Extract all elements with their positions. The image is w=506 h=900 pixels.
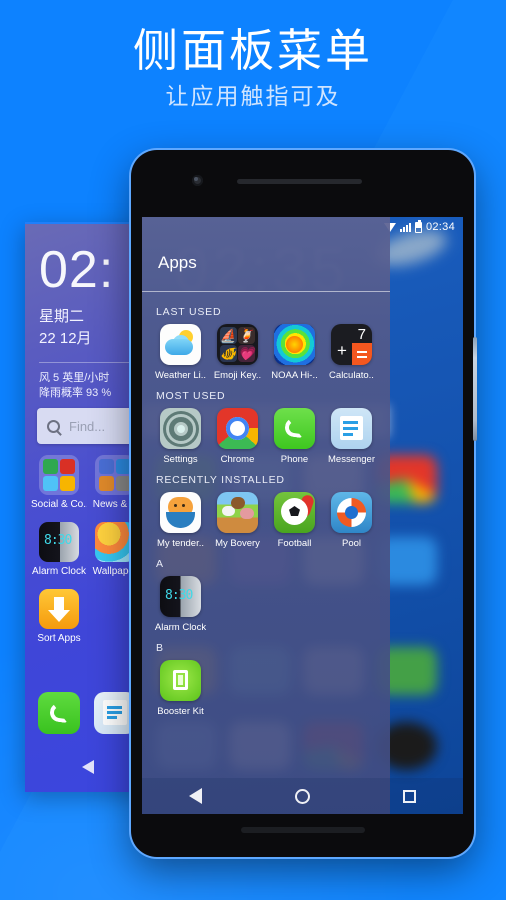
search-icon xyxy=(47,419,60,433)
dock-phone[interactable] xyxy=(31,692,87,734)
messenger-icon xyxy=(94,692,136,734)
section-header-b: B xyxy=(156,642,164,654)
front-camera-icon xyxy=(192,175,203,186)
home-icon[interactable] xyxy=(294,788,310,804)
app-booster-kit[interactable]: Booster Kit xyxy=(152,660,209,717)
weather-widget: 风 5 英里/小时 降雨概率 93 % xyxy=(39,371,111,401)
clock-time: 02: xyxy=(39,241,115,299)
promo-banner: 侧面板菜单 让应用触指可及 xyxy=(0,22,506,112)
search-placeholder: Find... xyxy=(69,418,106,434)
app-row-a: 8:30 Alarm Clock xyxy=(142,576,390,633)
app-label: Booster Kit xyxy=(157,706,204,717)
promo-subheadline: 让应用触指可及 xyxy=(165,83,341,109)
sort-apps-icon xyxy=(39,589,79,629)
my-bovery-icon xyxy=(217,492,258,533)
promo-headline: 侧面板菜单 xyxy=(132,25,373,76)
app-label: NOAA Hi-.. xyxy=(271,370,318,381)
app-label: Alarm Clock xyxy=(154,622,207,633)
app-phone[interactable]: Phone xyxy=(266,408,323,465)
app-label: My tender.. xyxy=(157,538,204,549)
battery-icon xyxy=(414,219,422,233)
football-icon xyxy=(274,492,315,533)
signal-icon xyxy=(399,222,411,232)
wallpaper-icon xyxy=(95,522,135,562)
chrome-icon xyxy=(217,408,258,449)
panel-title: Apps xyxy=(158,253,197,272)
alarm-clock-icon: 8:30 xyxy=(39,522,79,562)
home-app-label: Social & Co.. xyxy=(31,499,87,510)
app-label: Weather Li.. xyxy=(154,370,207,381)
noaa-radar-icon xyxy=(274,324,315,365)
android-navigation-bar xyxy=(142,778,463,814)
app-label: My Bovery xyxy=(215,538,260,549)
app-label: Messenger xyxy=(328,454,375,465)
alarm-clock-icon: 8:30 xyxy=(160,576,201,617)
app-pool[interactable]: Pool xyxy=(323,492,380,549)
clock-weekday: 星期二 xyxy=(39,308,85,325)
settings-gear-icon xyxy=(160,408,201,449)
app-row-most-used: Settings Chrome Phone Messenger xyxy=(142,408,390,465)
clock-date: 22 12月 xyxy=(39,330,92,347)
app-alarm-clock[interactable]: 8:30 Alarm Clock xyxy=(152,576,209,633)
earpiece-speaker xyxy=(237,179,362,184)
status-time: 02:34 xyxy=(425,221,455,233)
apps-side-panel: Apps LAST USED Weather Li.. ⛵ � xyxy=(142,217,390,814)
widget-divider xyxy=(39,362,143,363)
app-label: Chrome xyxy=(220,454,255,465)
app-messenger[interactable]: Messenger xyxy=(323,408,380,465)
phone-screen: 02:35 xyxy=(142,217,463,814)
home-app-label: Alarm Clock xyxy=(32,566,86,577)
phone-device: 02:35 xyxy=(131,150,477,857)
app-settings[interactable]: Settings xyxy=(152,408,209,465)
my-tender-pet-icon xyxy=(160,492,201,533)
app-row-b: Booster Kit xyxy=(142,660,390,717)
back-icon[interactable] xyxy=(81,760,94,774)
app-noaa-radar[interactable]: NOAA Hi-.. xyxy=(266,324,323,381)
apps-scroll-area[interactable]: LAST USED Weather Li.. ⛵ 🍹 🐠 💗 Emoji Key… xyxy=(142,297,390,814)
section-header-most-used: MOST USED xyxy=(156,390,226,402)
app-label: Pool xyxy=(341,538,361,549)
app-weather[interactable]: Weather Li.. xyxy=(152,324,209,381)
weather-rain: 降雨概率 93 % xyxy=(39,387,112,399)
app-row-recently-installed: My tender.. My Bovery Football Pool xyxy=(142,492,390,549)
home-app-social[interactable]: Social & Co.. xyxy=(31,455,87,510)
section-header-last-used: LAST USED xyxy=(156,306,222,318)
home-app-alarm-clock[interactable]: 8:30 Alarm Clock xyxy=(31,522,87,577)
app-calculator[interactable]: 7 + Calculato.. xyxy=(323,324,380,381)
home-app-label: Sort Apps xyxy=(37,633,81,644)
booster-kit-icon xyxy=(160,660,201,701)
app-my-tender[interactable]: My tender.. xyxy=(152,492,209,549)
section-header-a: A xyxy=(156,558,164,570)
emoji-keyboard-icon: ⛵ 🍹 🐠 💗 xyxy=(217,324,258,365)
recents-icon[interactable] xyxy=(403,789,417,803)
back-icon[interactable] xyxy=(188,788,202,804)
app-my-bovery[interactable]: My Bovery xyxy=(209,492,266,549)
panel-divider xyxy=(142,291,390,292)
home-app-sort-apps[interactable]: Sort Apps xyxy=(31,589,87,644)
bottom-speaker-grille xyxy=(240,827,365,833)
app-label: Emoji Key.. xyxy=(213,370,262,381)
calculator-icon: 7 + xyxy=(331,324,372,365)
weather-icon xyxy=(160,324,201,365)
app-row-last-used: Weather Li.. ⛵ 🍹 🐠 💗 Emoji Key.. NOAA Hi… xyxy=(142,324,390,381)
app-football[interactable]: Football xyxy=(266,492,323,549)
messenger-icon xyxy=(331,408,372,449)
section-header-recently-installed: RECENTLY INSTALLED xyxy=(156,474,285,486)
pool-icon xyxy=(331,492,372,533)
folder-icon xyxy=(95,455,135,495)
power-button[interactable] xyxy=(473,337,477,441)
app-chrome[interactable]: Chrome xyxy=(209,408,266,465)
app-emoji-keyboard[interactable]: ⛵ 🍹 🐠 💗 Emoji Key.. xyxy=(209,324,266,381)
app-label: Phone xyxy=(280,454,309,465)
app-label: Calculato.. xyxy=(329,370,374,381)
app-label: Football xyxy=(277,538,312,549)
phone-icon xyxy=(274,408,315,449)
phone-icon xyxy=(38,692,80,734)
weather-wind: 风 5 英里/小时 xyxy=(39,372,110,384)
app-label: Settings xyxy=(163,454,198,465)
folder-icon xyxy=(39,455,79,495)
clock-widget[interactable]: 02: 星期二 22 12月 xyxy=(39,244,114,348)
